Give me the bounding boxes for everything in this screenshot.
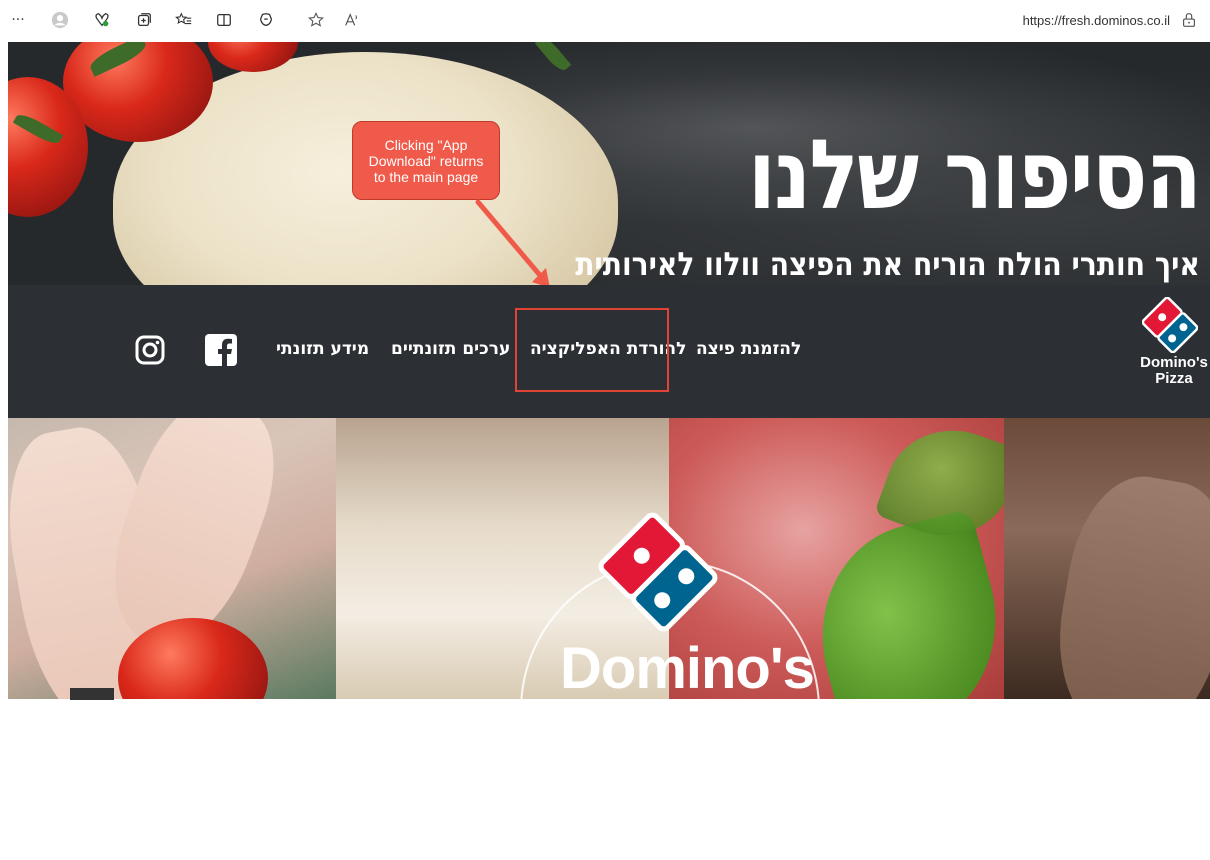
more-menu-icon[interactable]: ··· bbox=[8, 10, 28, 30]
annotation-highlight-box bbox=[515, 308, 669, 392]
nav-item-nutritional-values[interactable]: ערכים תזונתיים bbox=[391, 339, 510, 359]
promo-brand-word: Domino's bbox=[560, 636, 815, 701]
photo-hand-panel bbox=[8, 418, 336, 699]
logo-text-dominos: Domino's bbox=[1140, 354, 1208, 371]
hero-title: הסיפור שלנו bbox=[747, 119, 1202, 231]
favorites-list-icon[interactable] bbox=[174, 10, 194, 30]
domino-tile-icon bbox=[1142, 297, 1198, 353]
annotation-arrow-icon bbox=[475, 199, 550, 288]
logo-text-pizza: Pizza bbox=[1155, 370, 1193, 387]
domino-tile-large-icon bbox=[598, 512, 718, 632]
instagram-icon[interactable] bbox=[135, 335, 165, 365]
add-favorite-star-icon[interactable] bbox=[306, 10, 326, 30]
split-screen-icon[interactable] bbox=[214, 10, 234, 30]
facebook-icon[interactable] bbox=[205, 334, 237, 366]
dominos-logo[interactable]: Domino's Pizza bbox=[1130, 285, 1210, 418]
hero-banner: הסיפור שלנו איך חותרי הולח הוריח את הפיצ… bbox=[8, 42, 1210, 285]
hand-image bbox=[1042, 466, 1210, 699]
browser-toolbar: ··· https://fresh.dominos.co.il bbox=[0, 0, 1210, 42]
scroll-widget[interactable] bbox=[70, 688, 114, 700]
basil-leaf-image bbox=[796, 508, 1004, 699]
photo-hand-dough-panel bbox=[1004, 418, 1210, 699]
copilot-icon[interactable] bbox=[256, 10, 276, 30]
more-glyph: ··· bbox=[11, 12, 25, 28]
address-bar-url[interactable]: https://fresh.dominos.co.il bbox=[1023, 13, 1170, 28]
nav-item-order-pizza[interactable]: להזמנת פיצה bbox=[696, 339, 801, 359]
leaf-decoration bbox=[534, 42, 572, 74]
hero-subtitle: איך חותרי הולח הוריח את הפיצה וולוו לאיר… bbox=[575, 245, 1200, 283]
collections-icon[interactable] bbox=[134, 10, 154, 30]
lock-icon[interactable] bbox=[1180, 11, 1198, 29]
extensions-icon[interactable] bbox=[92, 10, 112, 30]
main-navigation: מידע תזונתי ערכים תזונתיים להורדת האפליק… bbox=[8, 285, 1210, 418]
read-aloud-icon[interactable] bbox=[342, 10, 362, 30]
nav-item-nutrition-info[interactable]: מידע תזונתי bbox=[276, 339, 369, 359]
profile-avatar-icon[interactable] bbox=[50, 10, 70, 30]
annotation-callout: Clicking "App Download" returns to the m… bbox=[352, 121, 500, 200]
